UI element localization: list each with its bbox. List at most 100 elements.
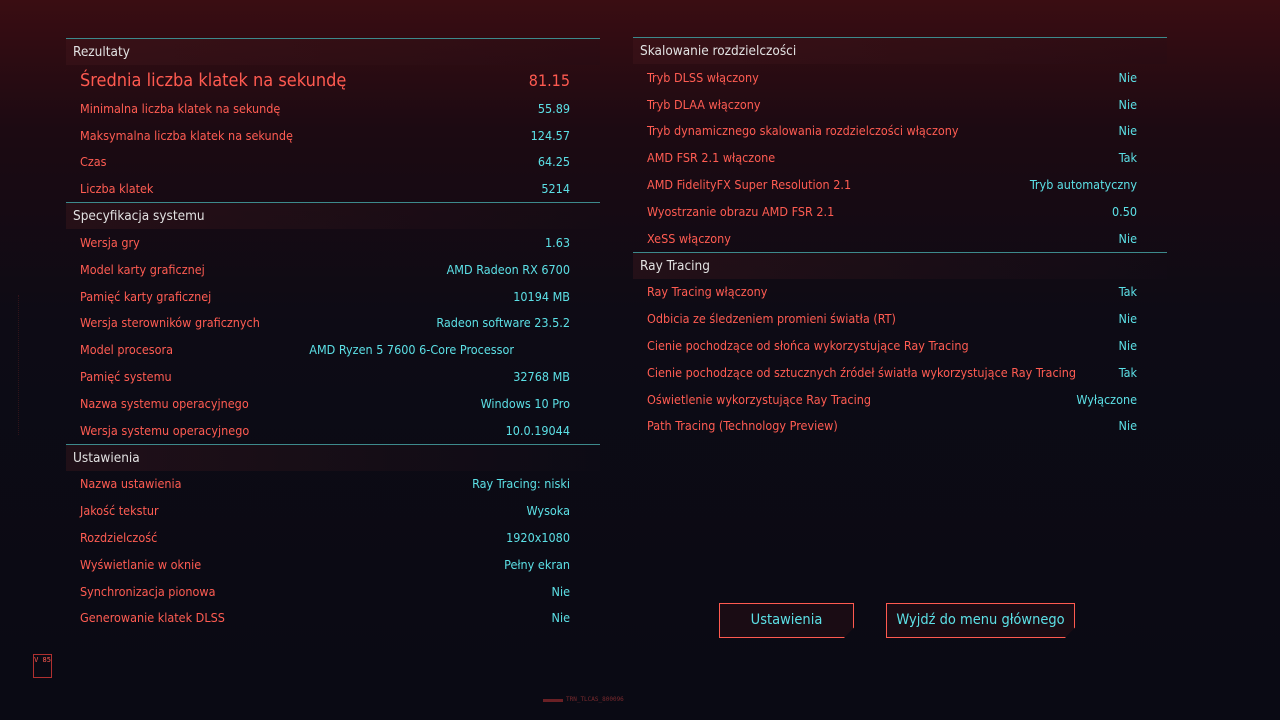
results-section: Rezultaty Średnia liczba klatek na sekun… (66, 38, 600, 202)
decorative-vertical-line (18, 295, 27, 435)
exit-to-main-menu-button[interactable]: Wyjdź do menu głównego (886, 603, 1075, 638)
row-label: Path Tracing (Technology Preview) (647, 418, 838, 434)
row-label: Wyostrzanie obrazu AMD FSR 2.1 (647, 203, 835, 219)
row-label: Cienie pochodzące od sztucznych źródeł ś… (647, 364, 1077, 380)
scaling-row-dlaa: Tryb DLAA włączony Nie (633, 91, 1167, 118)
row-label: Nazwa ustawienia (80, 476, 182, 492)
system-section: Specyfikacja systemu Wersja gry 1.63 Mod… (66, 202, 600, 443)
row-label: Model karty graficznej (80, 261, 205, 277)
raytracing-row-path-tracing: Path Tracing (Technology Preview) Nie (633, 413, 1167, 440)
row-value: 10.0.19044 (505, 422, 570, 438)
row-value: Nie (1118, 123, 1137, 139)
scaling-section-title: Skalowanie rozdzielczości (633, 37, 1167, 64)
row-value: Tak (1118, 150, 1137, 166)
settings-section: Ustawienia Nazwa ustawienia Ray Tracing:… (66, 443, 600, 632)
row-value: 1.63 (544, 235, 570, 251)
row-label: Rozdzielczość (80, 530, 158, 546)
row-value: Nie (1118, 230, 1137, 246)
row-value: 55.89 (537, 100, 570, 116)
row-value: Wysoka (526, 503, 570, 519)
row-label: Średnia liczba klatek na sekundę (80, 69, 347, 91)
scaling-row-fsr-mode: AMD FidelityFX Super Resolution 2.1 Tryb… (633, 171, 1167, 198)
results-section-title: Rezultaty (66, 38, 600, 65)
system-row-system-memory: Pamięć systemu 32768 MB (66, 363, 600, 390)
row-label: Oświetlenie wykorzystujące Ray Tracing (647, 391, 871, 407)
row-label: Liczba klatek (80, 181, 154, 197)
scaling-section: Skalowanie rozdzielczości Tryb DLSS włąc… (633, 37, 1167, 252)
row-label: AMD FidelityFX Super Resolution 2.1 (647, 177, 852, 193)
row-label: Nazwa systemu operacyjnego (80, 395, 249, 411)
settings-row-vsync: Synchronizacja pionowa Nie (66, 578, 600, 605)
row-label: Wyświetlanie w oknie (80, 556, 202, 572)
row-label: Wersja gry (80, 235, 140, 251)
results-row-avg-fps: Średnia liczba klatek na sekundę 81.15 (66, 65, 600, 95)
system-row-gpu-model: Model karty graficznej AMD Radeon RX 670… (66, 256, 600, 283)
raytracing-row-reflections: Odbicia ze śledzeniem promieni światła (… (633, 305, 1167, 332)
settings-button[interactable]: Ustawienia (719, 603, 854, 638)
row-label: Generowanie klatek DLSS (80, 610, 225, 626)
settings-row-resolution: Rozdzielczość 1920x1080 (66, 524, 600, 551)
settings-row-dlss-framegen: Generowanie klatek DLSS Nie (66, 605, 600, 632)
row-label: Jakość tekstur (80, 503, 159, 519)
row-label: Minimalna liczba klatek na sekundę (80, 100, 281, 116)
system-row-gpu-memory: Pamięć karty graficznej 10194 MB (66, 283, 600, 310)
row-value: Nie (1118, 69, 1137, 85)
row-label: Maksymalna liczba klatek na sekundę (80, 127, 293, 143)
system-row-os-version: Wersja systemu operacyjnego 10.0.19044 (66, 417, 600, 444)
row-label: Tryb dynamicznego skalowania rozdzielczo… (647, 123, 959, 139)
results-row-min-fps: Minimalna liczba klatek na sekundę 55.89 (66, 95, 600, 122)
row-value: Nie (551, 583, 570, 599)
row-value: AMD Radeon RX 6700 (446, 261, 570, 277)
row-value: Ray Tracing: niski (472, 476, 570, 492)
row-label: Czas (80, 154, 107, 170)
raytracing-section: Ray Tracing Ray Tracing włączony Tak Odb… (633, 251, 1167, 440)
settings-row-texture-quality: Jakość tekstur Wysoka (66, 497, 600, 524)
game-logo-icon: V 85 (33, 654, 52, 678)
row-value: 32768 MB (513, 369, 570, 385)
scaling-row-fsr-enabled: AMD FSR 2.1 włączone Tak (633, 144, 1167, 171)
row-value: 64.25 (537, 154, 570, 170)
right-column: Skalowanie rozdzielczości Tryb DLSS włąc… (633, 37, 1167, 439)
row-value: Nie (1118, 338, 1137, 354)
row-label: Synchronizacja pionowa (80, 583, 216, 599)
row-value: Nie (551, 610, 570, 626)
settings-section-title: Ustawienia (66, 443, 600, 471)
system-section-title: Specyfikacja systemu (66, 202, 600, 230)
row-label: AMD FSR 2.1 włączone (647, 150, 776, 166)
row-value: 124.57 (530, 127, 570, 143)
row-label: Model procesora (80, 342, 174, 358)
footer-code: TRN_TLCAS_800096 (566, 696, 624, 703)
row-label: Cienie pochodzące od słońca wykorzystują… (647, 338, 969, 354)
raytracing-section-title: Ray Tracing (633, 251, 1167, 279)
row-value: 81.15 (528, 70, 570, 90)
row-value: Nie (1118, 418, 1137, 434)
scaling-row-fsr-sharpness: Wyostrzanie obrazu AMD FSR 2.1 0.50 (633, 198, 1167, 225)
raytracing-row-sun-shadows: Cienie pochodzące od słońca wykorzystują… (633, 332, 1167, 359)
raytracing-row-enabled: Ray Tracing włączony Tak (633, 279, 1167, 306)
row-label: Odbicia ze śledzeniem promieni światła (… (647, 311, 896, 327)
scaling-row-xess: XeSS włączony Nie (633, 225, 1167, 252)
scaling-row-dlss: Tryb DLSS włączony Nie (633, 64, 1167, 91)
row-value: Tak (1118, 284, 1137, 300)
row-value: Nie (1118, 311, 1137, 327)
results-row-max-fps: Maksymalna liczba klatek na sekundę 124.… (66, 122, 600, 149)
row-value: Windows 10 Pro (480, 395, 570, 411)
footer-decor-line (543, 699, 563, 702)
row-value: 1920x1080 (506, 530, 570, 546)
row-label: Wersja sterowników graficznych (80, 315, 260, 331)
results-row-time: Czas 64.25 (66, 149, 600, 176)
row-value: Radeon software 23.5.2 (436, 315, 570, 331)
row-value: 0.50 (1111, 203, 1137, 219)
system-row-game-version: Wersja gry 1.63 (66, 229, 600, 256)
results-row-frames: Liczba klatek 5214 (66, 175, 600, 202)
settings-row-window-mode: Wyświetlanie w oknie Pełny ekran (66, 551, 600, 578)
row-value: 10194 MB (513, 288, 570, 304)
scaling-row-dynamic: Tryb dynamicznego skalowania rozdzielczo… (633, 118, 1167, 145)
row-label: Ray Tracing włączony (647, 284, 768, 300)
row-value: AMD Ryzen 5 7600 6-Core Processor (309, 342, 514, 358)
row-value: Tak (1118, 364, 1137, 380)
row-value: 5214 (541, 181, 570, 197)
row-value: Wyłączone (1076, 391, 1137, 407)
row-label: Tryb DLAA włączony (647, 96, 761, 112)
system-row-driver-version: Wersja sterowników graficznych Radeon so… (66, 310, 600, 337)
